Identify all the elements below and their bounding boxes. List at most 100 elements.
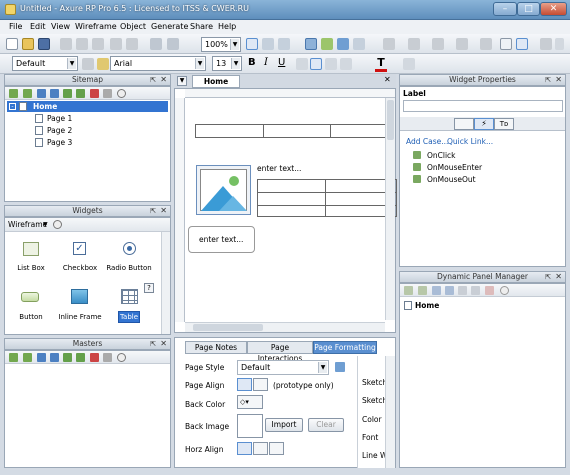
align-left-button[interactable] [237,378,252,391]
edit-state-icon[interactable] [471,286,480,295]
library-dropdown-icon[interactable]: ▼ [43,221,48,228]
line-style-icon[interactable] [456,38,468,50]
widget-library-select[interactable]: Wireframe [8,220,47,229]
connector-icon[interactable] [262,38,274,50]
indent-icon[interactable] [63,89,72,98]
cut-icon[interactable] [60,38,72,50]
snap-icon[interactable] [321,38,333,50]
minimize-button[interactable]: – [493,2,517,16]
canvas-hscroll[interactable] [185,322,385,332]
widget-list-box[interactable]: List Box [6,264,56,272]
add-case-link[interactable]: Add Case... [406,137,448,146]
format-painter-icon[interactable] [97,58,109,70]
page-options-icon[interactable] [103,89,112,98]
add-master-icon[interactable] [9,353,18,362]
bullets-icon[interactable] [403,58,415,70]
edit-style-icon[interactable] [335,362,345,372]
order-icon[interactable] [337,38,349,50]
close-button[interactable]: ✕ [540,2,567,16]
horz-align-left-button[interactable] [237,442,252,455]
fill-color-icon[interactable] [383,38,395,50]
delete-page-icon[interactable] [90,89,99,98]
arrow-style-icon[interactable] [480,38,492,50]
font-select[interactable]: Arial ▼ [110,56,206,71]
text-field-widget[interactable]: enter text... [257,164,301,173]
menu-view[interactable]: View [51,22,70,31]
menu-share[interactable]: Share [190,22,213,31]
help-icon[interactable]: ? [144,283,154,293]
back-color-picker[interactable]: ◇▾ [237,395,263,409]
radio-button-icon[interactable] [123,242,136,255]
add-child-icon[interactable] [23,89,32,98]
horz-align-right-button[interactable] [269,442,284,455]
close-tab-icon[interactable]: ✕ [384,75,391,84]
move-up-icon[interactable] [37,353,46,362]
search-icon[interactable] [53,220,62,229]
menu-object[interactable]: Object [120,22,146,31]
move-down-icon[interactable] [445,286,454,295]
list-box-icon[interactable] [23,242,39,256]
align-center-button[interactable] [253,378,268,391]
delete-state-icon[interactable] [485,286,494,295]
collapse-icon[interactable]: - [9,103,16,110]
copy-icon[interactable] [76,38,88,50]
formatting-tab[interactable]: Tᴅ [494,118,514,130]
widget-button[interactable]: Button [6,313,56,321]
overflow-icon[interactable] [540,38,552,50]
align-center-icon[interactable] [310,58,322,70]
move-down-icon[interactable] [50,353,59,362]
interactions-tab[interactable]: ⚡ [474,118,494,130]
align-right-icon[interactable] [325,58,337,70]
search-icon[interactable] [117,89,126,98]
sitemap-root-row[interactable] [7,101,168,112]
list-view-icon[interactable] [500,38,512,50]
style-select[interactable]: Default ▼ [12,56,78,71]
indent-icon[interactable] [63,353,72,362]
tab-home[interactable]: Home [192,75,240,88]
event-onmouseenter[interactable]: OnMouseEnter [427,163,482,172]
line-width-icon[interactable] [432,38,444,50]
event-onclick[interactable]: OnClick [427,151,456,160]
menu-edit[interactable]: Edit [30,22,46,31]
table-widget-main[interactable] [257,179,397,217]
sitemap-page-2[interactable]: Page 2 [47,126,72,135]
underline-button[interactable]: U [278,57,285,68]
clear-button[interactable]: Clear [308,418,344,432]
tab-page-formatting[interactable]: Page Formatting [313,341,377,354]
valign-icon[interactable] [340,58,352,70]
page-style-select[interactable]: Default ▼ [237,360,329,375]
master-options-icon[interactable] [103,353,112,362]
widget-checkbox[interactable]: Checkbox [55,264,105,272]
move-down-icon[interactable] [50,89,59,98]
checkbox-icon[interactable]: ✓ [73,242,86,255]
sitemap-root-label[interactable]: Home [33,102,57,111]
grip-icon[interactable] [555,38,564,50]
line-color-icon[interactable] [408,38,420,50]
align-left-icon[interactable] [296,58,308,70]
image-widget[interactable] [196,165,251,215]
menu-file[interactable]: File [9,22,22,31]
outdent-icon[interactable] [76,353,85,362]
arrange-icon[interactable] [278,38,290,50]
font-color-button[interactable]: T [375,56,387,72]
font-size-select[interactable]: 13 ▼ [212,56,242,71]
tab-page-interactions[interactable]: Page Interactions [247,341,313,363]
sitemap-page-1[interactable]: Page 1 [47,114,72,123]
move-up-icon[interactable] [432,286,441,295]
italic-button[interactable]: I [264,57,268,68]
outdent-icon[interactable] [76,89,85,98]
widget-inline-frame[interactable]: Inline Frame [55,313,105,321]
event-onmouseout[interactable]: OnMouseOut [427,175,476,184]
button-icon[interactable] [21,292,39,302]
redo-icon[interactable] [126,38,138,50]
select-mode-icon[interactable] [246,38,258,50]
style-edit-icon[interactable] [82,58,94,70]
search-icon[interactable] [500,286,509,295]
paste-icon[interactable] [92,38,104,50]
distribute-icon[interactable] [353,38,365,50]
canvas-vscroll[interactable] [385,98,395,320]
move-up-icon[interactable] [37,89,46,98]
widget-table[interactable]: Table [118,311,140,323]
duplicate-icon[interactable] [458,286,467,295]
menu-generate[interactable]: Generate [151,22,188,31]
